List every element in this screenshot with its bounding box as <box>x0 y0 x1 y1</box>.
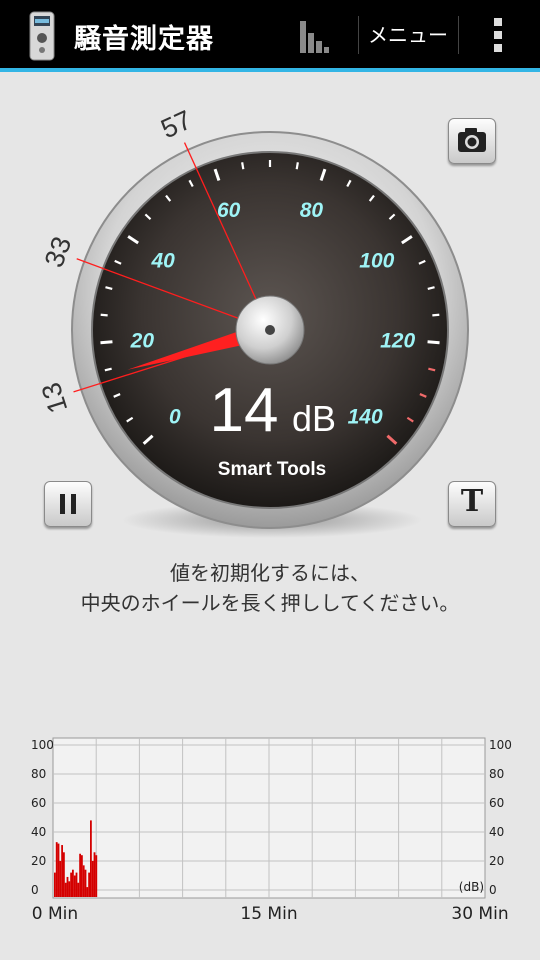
y-tick-right: 60 <box>489 796 504 810</box>
gauge-scale-label: 0 <box>169 406 181 429</box>
gauge-scale-label: 60 <box>217 199 241 222</box>
brand-label: Smart Tools <box>218 459 326 480</box>
reading-unit: dB <box>292 398 336 439</box>
history-bar <box>70 872 72 897</box>
chart-unit-label: (dB) <box>459 880 484 894</box>
x-label-start: 0 Min <box>32 904 78 924</box>
gauge-scale-label: 140 <box>348 406 383 429</box>
y-tick-right: 80 <box>489 767 504 781</box>
history-bar <box>68 881 71 897</box>
history-chart: 100 80 60 40 20 0 100 80 60 40 20 0 (dB) 0 Min 15 … <box>0 735 540 925</box>
history-bar <box>72 869 74 897</box>
gauge-scale-label: 80 <box>300 199 324 222</box>
app-bar: 騒音測定器 メニュー <box>0 0 540 72</box>
y-tick-left: 40 <box>31 825 46 839</box>
history-bar <box>61 845 63 897</box>
bar-chart-icon[interactable] <box>286 8 344 62</box>
y-tick-right: 0 <box>489 883 497 897</box>
history-bar <box>93 852 96 897</box>
reading-value: 14 <box>210 376 279 445</box>
x-label-middle: 15 Min <box>240 904 297 924</box>
avg-marker-label: 33 <box>39 233 78 272</box>
gauge-tick <box>241 162 245 170</box>
app-title: 騒音測定器 <box>74 24 214 55</box>
y-tick-left: 60 <box>31 796 46 810</box>
history-bar <box>95 855 98 897</box>
history-bar <box>63 852 65 897</box>
pause-icon <box>60 494 76 514</box>
gauge-tick <box>432 313 440 317</box>
history-bar <box>79 853 81 897</box>
history-bar <box>81 855 83 897</box>
history-bar <box>77 882 80 897</box>
x-label-end: 30 Min <box>451 904 508 924</box>
y-tick-left: 0 <box>31 883 39 897</box>
history-bar <box>59 861 62 897</box>
gauge-hub-center <box>265 325 275 335</box>
instructions-line-2: 中央のホイールを長く押ししてください。 <box>80 591 460 615</box>
y-tick-left: 80 <box>31 767 46 781</box>
history-bar <box>64 882 67 897</box>
reset-instructions: 値を初期化するには、 中央のホイールを長く押ししてください。 <box>0 558 540 618</box>
instructions-line-1: 値を初期化するには、 <box>170 561 370 585</box>
history-bar <box>73 875 76 897</box>
gauge-tick <box>100 313 108 317</box>
history-bar <box>90 820 92 897</box>
min-marker-label: 13 <box>36 379 74 417</box>
y-tick-right: 100 <box>489 738 512 752</box>
overflow-menu-icon[interactable] <box>478 12 518 58</box>
text-button[interactable]: T <box>448 481 496 527</box>
history-bar <box>91 861 94 897</box>
history-bar <box>75 872 78 897</box>
gauge-scale-label: 20 <box>130 330 155 353</box>
max-marker-label: 57 <box>156 105 196 145</box>
text-button-label: T <box>460 484 484 519</box>
history-bar <box>57 843 60 897</box>
gauge-scale-label: 40 <box>150 249 175 272</box>
sound-meter-app-icon[interactable] <box>22 10 62 62</box>
history-bar <box>55 842 58 897</box>
history-bar <box>54 872 56 897</box>
menu-button[interactable]: メニュー <box>360 14 456 56</box>
gauge-scale-label: 120 <box>380 330 415 353</box>
history-bar <box>82 865 85 897</box>
divider <box>358 16 359 54</box>
history-bar <box>86 887 89 897</box>
y-axis-left: 100 80 60 40 20 0 <box>31 738 54 897</box>
y-tick-right: 40 <box>489 825 504 839</box>
gauge-tick <box>295 162 299 170</box>
pause-button[interactable] <box>44 481 92 527</box>
y-axis-right: 100 80 60 40 20 0 <box>489 738 512 897</box>
divider <box>458 16 459 54</box>
history-bar <box>66 876 69 897</box>
y-tick-left: 20 <box>31 854 46 868</box>
history-bar <box>88 872 90 897</box>
history-bar <box>84 869 87 897</box>
gauge-tick <box>100 340 113 345</box>
camera-button[interactable] <box>448 118 496 164</box>
camera-icon <box>458 128 486 152</box>
y-tick-left: 100 <box>31 738 54 752</box>
gauge-scale-label: 100 <box>359 249 394 272</box>
gauge-tick <box>427 340 440 345</box>
y-tick-right: 20 <box>489 854 504 868</box>
